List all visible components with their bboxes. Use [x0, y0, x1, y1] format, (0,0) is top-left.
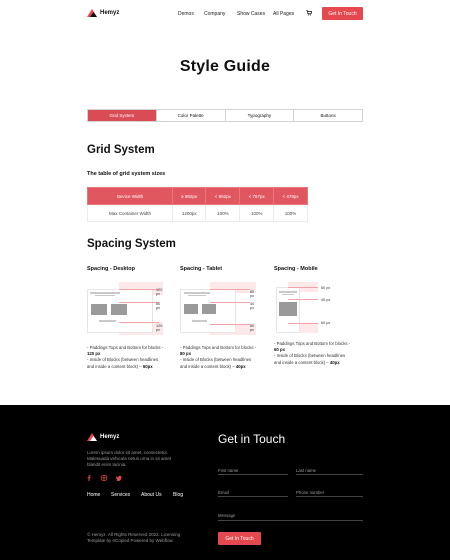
table-header-cell: < 767px [239, 187, 275, 205]
nav-show-cases[interactable]: Show Cases [237, 11, 265, 17]
spacing-desktop-title: Spacing - Desktop [87, 266, 135, 272]
footer-link-home[interactable]: Home [87, 492, 100, 498]
tab-color-palette[interactable]: Color Palette [157, 110, 226, 121]
table-cell: 100% [205, 204, 241, 222]
footer-brand-logo[interactable]: Hemyz [87, 433, 119, 441]
last-name-field[interactable]: Last name [296, 459, 363, 475]
nav-all-pages[interactable]: All Pages [273, 11, 294, 17]
footer-link-about-us[interactable]: About Us [141, 492, 162, 498]
email-field[interactable]: Email [218, 481, 288, 497]
spacing-mobile-title: Spacing - Mobile [274, 266, 318, 272]
spacing-tablet-description: - Paddings Tops and Bottom for blocks - … [180, 345, 257, 369]
spacing-label: 120 px [156, 324, 163, 332]
spacing-desktop-description: - Paddings Tops and Bottom for blocks - … [87, 345, 164, 369]
spacing-label: 80 px [250, 324, 255, 332]
nav-company[interactable]: Company [204, 11, 225, 17]
spacing-label: 120 px [156, 288, 163, 296]
table-cell: 100% [239, 204, 275, 222]
cart-icon[interactable] [306, 10, 312, 16]
spacing-label: 60 px [156, 302, 161, 310]
twitter-icon[interactable] [116, 475, 122, 481]
footer-link-blog[interactable]: Blog [173, 492, 183, 498]
spacing-label: 40 px [250, 302, 255, 310]
grid-size-table: Device Width ≥ 992px < 992px < 767px < 4… [87, 187, 308, 222]
instagram-icon[interactable] [101, 475, 107, 481]
table-header-cell: Device Width [87, 187, 173, 205]
table-header-cell: ≥ 992px [171, 187, 207, 205]
phone-label: Phone number [296, 490, 325, 495]
spacing-desktop-diagram: 120 px 60 px 120 px [87, 282, 163, 339]
table-header-cell: < 479px [273, 187, 308, 205]
tab-typography[interactable]: Typography [226, 110, 295, 121]
contact-title: Get in Touch [218, 432, 286, 446]
spacing-label: 60 px [321, 286, 331, 290]
message-label: Message [218, 513, 236, 518]
spacing-system-heading: Spacing System [87, 238, 176, 250]
tab-buttons[interactable]: Buttons [294, 110, 362, 121]
get-in-touch-button[interactable]: Get In Touch [322, 7, 363, 20]
footer-link-services[interactable]: Services [111, 492, 130, 498]
spacing-mobile-diagram: 60 px 40 px 60 px [274, 282, 350, 339]
brand-logo[interactable]: Hemyz [87, 9, 119, 17]
footer-copyright: © Hemyz. All Rights Reserved 2022. Licen… [87, 532, 181, 543]
table-header-cell: < 992px [205, 187, 241, 205]
last-name-label: Last name [296, 468, 317, 473]
table-cell: Max Container Width [87, 204, 173, 222]
spacing-label: 60 px [321, 321, 331, 325]
style-guide-tabs: Grid System Color Palette Typography But… [87, 109, 363, 122]
submit-get-in-touch-button[interactable]: Get In Touch [218, 532, 261, 545]
logo-mark-icon [87, 9, 97, 17]
spacing-label: 40 px [321, 298, 331, 302]
logo-mark-icon [87, 433, 97, 441]
phone-field[interactable]: Phone number [296, 481, 363, 497]
spacing-tablet-title: Spacing - Tablet [180, 266, 223, 272]
tab-grid-system[interactable]: Grid System [88, 110, 157, 121]
email-label: Email [218, 490, 229, 495]
footer-about-text: Lorem ipsum dolor sit amet, consectetur.… [87, 450, 172, 467]
table-cell: 1200px [171, 204, 207, 222]
spacing-label: 80 px [250, 290, 255, 298]
first-name-field[interactable]: First name [218, 459, 288, 475]
grid-system-heading: Grid System [87, 144, 155, 156]
message-field[interactable]: Message [218, 504, 363, 521]
spacing-mobile-description: - Paddings Tops and Bottom for blocks - … [274, 341, 351, 365]
facebook-icon[interactable] [86, 475, 92, 481]
spacing-tablet-diagram: 80 px 40 px 80 px [180, 282, 256, 339]
first-name-label: First name [218, 468, 239, 473]
brand-name: Hemyz [100, 10, 120, 16]
table-cell: 100% [273, 204, 308, 222]
grid-table-caption: The table of grid system sizes [87, 171, 166, 177]
footer-brand-name: Hemyz [100, 434, 120, 440]
table-header-row: Device Width ≥ 992px < 992px < 767px < 4… [87, 187, 308, 205]
page-title: Style Guide [179, 58, 271, 75]
nav-demos[interactable]: Demos [178, 11, 194, 17]
table-row: Max Container Width 1200px 100% 100% 100… [87, 204, 308, 222]
